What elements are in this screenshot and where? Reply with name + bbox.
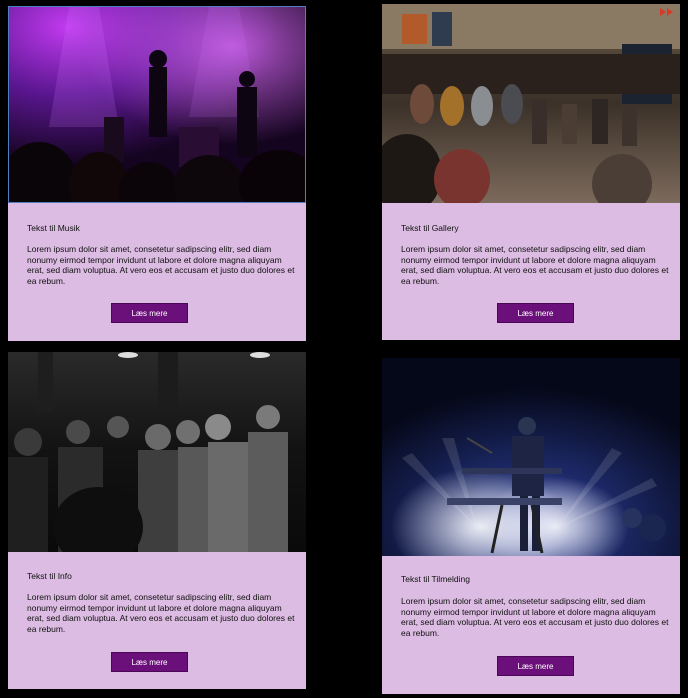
card-tilmelding: Tekst til Tilmelding Lorem ipsum dolor s… (382, 358, 680, 694)
card-body: Lorem ipsum dolor sit amet, consetetur s… (401, 596, 669, 638)
read-more-button[interactable]: Læs mere (111, 303, 188, 323)
read-more-button[interactable]: Læs mere (497, 656, 574, 676)
card-title: Tekst til Tilmelding (401, 574, 470, 584)
card-body: Lorem ipsum dolor sit amet, consetetur s… (27, 244, 295, 286)
card-title: Tekst til Musik (27, 223, 80, 233)
read-more-button[interactable]: Læs mere (497, 303, 574, 323)
card-body: Lorem ipsum dolor sit amet, consetetur s… (401, 244, 669, 286)
read-more-button[interactable]: Læs mere (111, 652, 188, 672)
card-panel: Tekst til Musik Lorem ipsum dolor sit am… (8, 203, 306, 341)
card-body: Lorem ipsum dolor sit amet, consetetur s… (27, 592, 295, 634)
card-panel: Tekst til Tilmelding Lorem ipsum dolor s… (382, 556, 680, 694)
card-title: Tekst til Gallery (401, 223, 459, 233)
audience-photo[interactable] (8, 352, 306, 552)
card-gallery: Tekst til Gallery Lorem ipsum dolor sit … (382, 4, 680, 340)
card-info: Tekst til Info Lorem ipsum dolor sit ame… (8, 352, 306, 689)
card-panel: Tekst til Gallery Lorem ipsum dolor sit … (382, 203, 680, 340)
concert-photo[interactable] (8, 6, 306, 203)
card-musik: Tekst til Musik Lorem ipsum dolor sit am… (8, 6, 306, 341)
gallery-photo[interactable] (382, 4, 680, 203)
card-title: Tekst til Info (27, 571, 72, 581)
card-panel: Tekst til Info Lorem ipsum dolor sit ame… (8, 552, 306, 689)
keyboard-player-photo[interactable] (382, 358, 680, 556)
